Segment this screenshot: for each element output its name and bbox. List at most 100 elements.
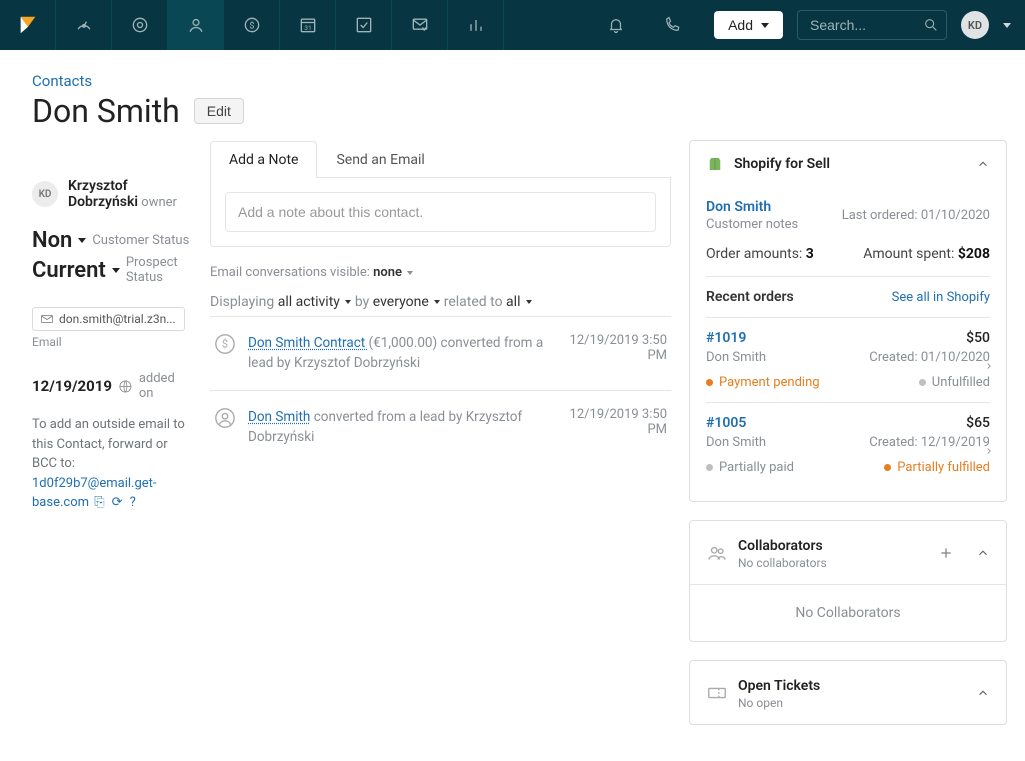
refresh-icon[interactable]: ⟳ bbox=[112, 493, 123, 513]
feed-link[interactable]: Don Smith bbox=[248, 409, 310, 425]
copy-icon[interactable]: ⎘ bbox=[94, 493, 104, 513]
filter-rel: related to bbox=[440, 294, 506, 310]
feed-link[interactable]: Don Smith Contract bbox=[248, 335, 369, 351]
chevron-up-icon bbox=[976, 157, 990, 171]
nav-comm[interactable] bbox=[392, 0, 448, 50]
customer-status-picker[interactable]: Non Customer Status bbox=[32, 228, 192, 253]
order-customer: Don Smith bbox=[706, 435, 766, 450]
user-avatar[interactable]: KD bbox=[961, 11, 989, 39]
filter-who[interactable]: everyone bbox=[373, 294, 440, 310]
prospect-status-value: Current bbox=[32, 258, 106, 283]
feed-item: $ Don Smith Contract (€1,000.00) convert… bbox=[210, 317, 671, 391]
collaborators-card: Collaborators No collaborators No Collab… bbox=[689, 520, 1007, 642]
tickets-header[interactable]: Open Tickets No open bbox=[690, 661, 1006, 724]
tab-add-note[interactable]: Add a Note bbox=[210, 141, 317, 178]
left-sidebar: Contacts Don Smith Edit KD Krzysztof Dob… bbox=[32, 72, 192, 761]
deal-icon: $ bbox=[214, 333, 236, 355]
add-button[interactable]: Add bbox=[714, 11, 783, 39]
globe-icon bbox=[118, 379, 133, 394]
caret-down-icon bbox=[761, 23, 769, 28]
customer-status-label: Customer Status bbox=[92, 233, 189, 248]
user-menu-caret-icon[interactable] bbox=[1003, 23, 1011, 28]
chevron-right-icon bbox=[984, 441, 994, 460]
status-dot-icon bbox=[884, 464, 891, 471]
nav-dashboard[interactable] bbox=[56, 0, 112, 50]
feed-filter-row: Displaying all activity by everyone rela… bbox=[210, 294, 671, 310]
nav-reports[interactable] bbox=[448, 0, 504, 50]
nav-tasks[interactable] bbox=[336, 0, 392, 50]
prospect-status-picker[interactable]: Current Prospect Status bbox=[32, 255, 192, 285]
email-field-label: Email bbox=[32, 335, 192, 349]
shopify-card: Shopify for Sell Don Smith Customer note… bbox=[689, 140, 1007, 502]
breadcrumb[interactable]: Contacts bbox=[32, 72, 244, 90]
visibility-value: none bbox=[373, 265, 402, 280]
feed-timestamp: 12/19/2019 3:50 PM bbox=[569, 407, 667, 448]
compose-tabs: Add a Note Send an Email bbox=[210, 140, 671, 178]
order-fulfilment-status: Partially fulfilled bbox=[884, 460, 990, 475]
caret-down-icon bbox=[407, 271, 413, 275]
visibility-label: Email conversations visible: bbox=[210, 265, 373, 280]
nav-notifications[interactable] bbox=[588, 0, 644, 50]
order-number: #1005 bbox=[706, 415, 746, 431]
tab-send-email[interactable]: Send an Email bbox=[317, 141, 443, 178]
email-chip-text: don.smith@trial.z3n... bbox=[59, 312, 176, 326]
note-input[interactable] bbox=[225, 192, 656, 232]
status-dot-icon bbox=[706, 379, 713, 386]
nav-call[interactable] bbox=[644, 0, 700, 50]
shopify-card-title: Shopify for Sell bbox=[734, 156, 966, 172]
order-payment-status: Partially paid bbox=[706, 460, 794, 475]
bcc-help-text: To add an outside email to this Contact,… bbox=[32, 415, 192, 513]
collaborators-empty: No Collaborators bbox=[690, 584, 1006, 641]
right-sidebar: Shopify for Sell Don Smith Customer note… bbox=[689, 140, 1007, 761]
order-number: #1019 bbox=[706, 330, 746, 346]
collaborators-title: Collaborators bbox=[738, 538, 823, 554]
chevron-up-icon bbox=[976, 546, 990, 560]
visibility-row[interactable]: Email conversations visible: none bbox=[210, 265, 671, 280]
svg-text:$: $ bbox=[222, 338, 228, 351]
shopify-icon bbox=[706, 155, 724, 173]
people-icon bbox=[706, 542, 728, 564]
added-on-row: 12/19/2019 added on bbox=[32, 371, 192, 401]
chevron-up-icon bbox=[976, 686, 990, 700]
added-date: 12/19/2019 bbox=[32, 377, 112, 395]
ticket-icon bbox=[706, 682, 728, 704]
user-avatar-initials: KD bbox=[968, 19, 982, 32]
nav-deals[interactable]: $ bbox=[224, 0, 280, 50]
shopify-customer-name[interactable]: Don Smith bbox=[706, 199, 798, 215]
caret-down-icon bbox=[112, 268, 120, 273]
contact-icon bbox=[214, 407, 236, 429]
order-row[interactable]: #1005 $65 Don Smith Created: 12/19/2019 … bbox=[706, 402, 990, 487]
chevron-right-icon bbox=[984, 356, 994, 375]
add-collaborator-button[interactable] bbox=[938, 545, 954, 561]
nav-calendar[interactable]: 31 bbox=[280, 0, 336, 50]
nav-contacts[interactable] bbox=[168, 0, 224, 50]
feed-timestamp: 12/19/2019 3:50 PM bbox=[569, 333, 667, 374]
page-title: Don Smith bbox=[32, 92, 180, 130]
logo[interactable] bbox=[0, 0, 56, 50]
order-created: Created: 01/10/2020 bbox=[869, 350, 990, 365]
tickets-card: Open Tickets No open bbox=[689, 660, 1007, 725]
activity-feed: Add a Note Send an Email Email conversat… bbox=[210, 72, 671, 761]
caret-down-icon bbox=[78, 238, 86, 243]
envelope-icon bbox=[41, 314, 53, 324]
edit-button[interactable]: Edit bbox=[194, 98, 244, 124]
shopify-last-ordered: Last ordered: 01/10/2020 bbox=[842, 208, 990, 223]
order-row[interactable]: #1019 $50 Don Smith Created: 01/10/2020 … bbox=[706, 317, 990, 402]
shopify-customer-notes: Customer notes bbox=[706, 217, 798, 232]
filter-activity[interactable]: all activity bbox=[278, 294, 352, 310]
order-fulfilment-status: Unfulfilled bbox=[919, 375, 990, 390]
owner-avatar: KD bbox=[32, 181, 58, 207]
shopify-card-header[interactable]: Shopify for Sell bbox=[690, 141, 1006, 187]
recent-orders-title: Recent orders bbox=[706, 289, 794, 305]
top-nav: $ 31 Add KD bbox=[0, 0, 1025, 50]
nav-leads[interactable] bbox=[112, 0, 168, 50]
order-created: Created: 12/19/2019 bbox=[869, 435, 990, 450]
added-on-label: added on bbox=[139, 371, 192, 401]
see-all-shopify-link[interactable]: See all in Shopify bbox=[892, 290, 990, 305]
email-chip[interactable]: don.smith@trial.z3n... bbox=[32, 307, 185, 331]
collaborators-header[interactable]: Collaborators No collaborators bbox=[690, 521, 1006, 584]
search-wrap bbox=[797, 10, 947, 40]
svg-text:31: 31 bbox=[304, 24, 311, 32]
filter-scope[interactable]: all bbox=[506, 294, 532, 310]
help-icon[interactable]: ? bbox=[130, 493, 136, 513]
